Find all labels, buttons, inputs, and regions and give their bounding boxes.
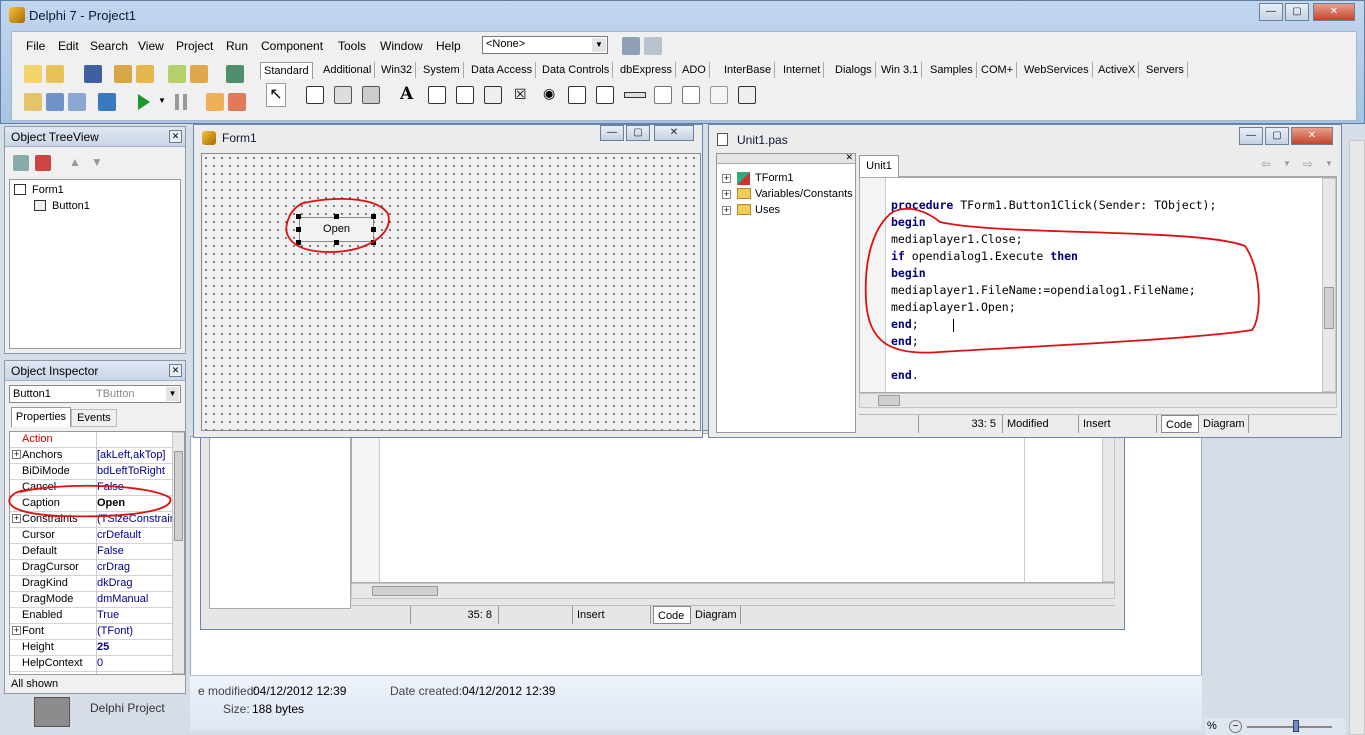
annotation-overlay — [8, 197, 1260, 518]
annotation-circle-caption — [8, 484, 172, 518]
annotation-circle-button — [285, 197, 390, 253]
annotation-circle-code — [864, 207, 1260, 354]
